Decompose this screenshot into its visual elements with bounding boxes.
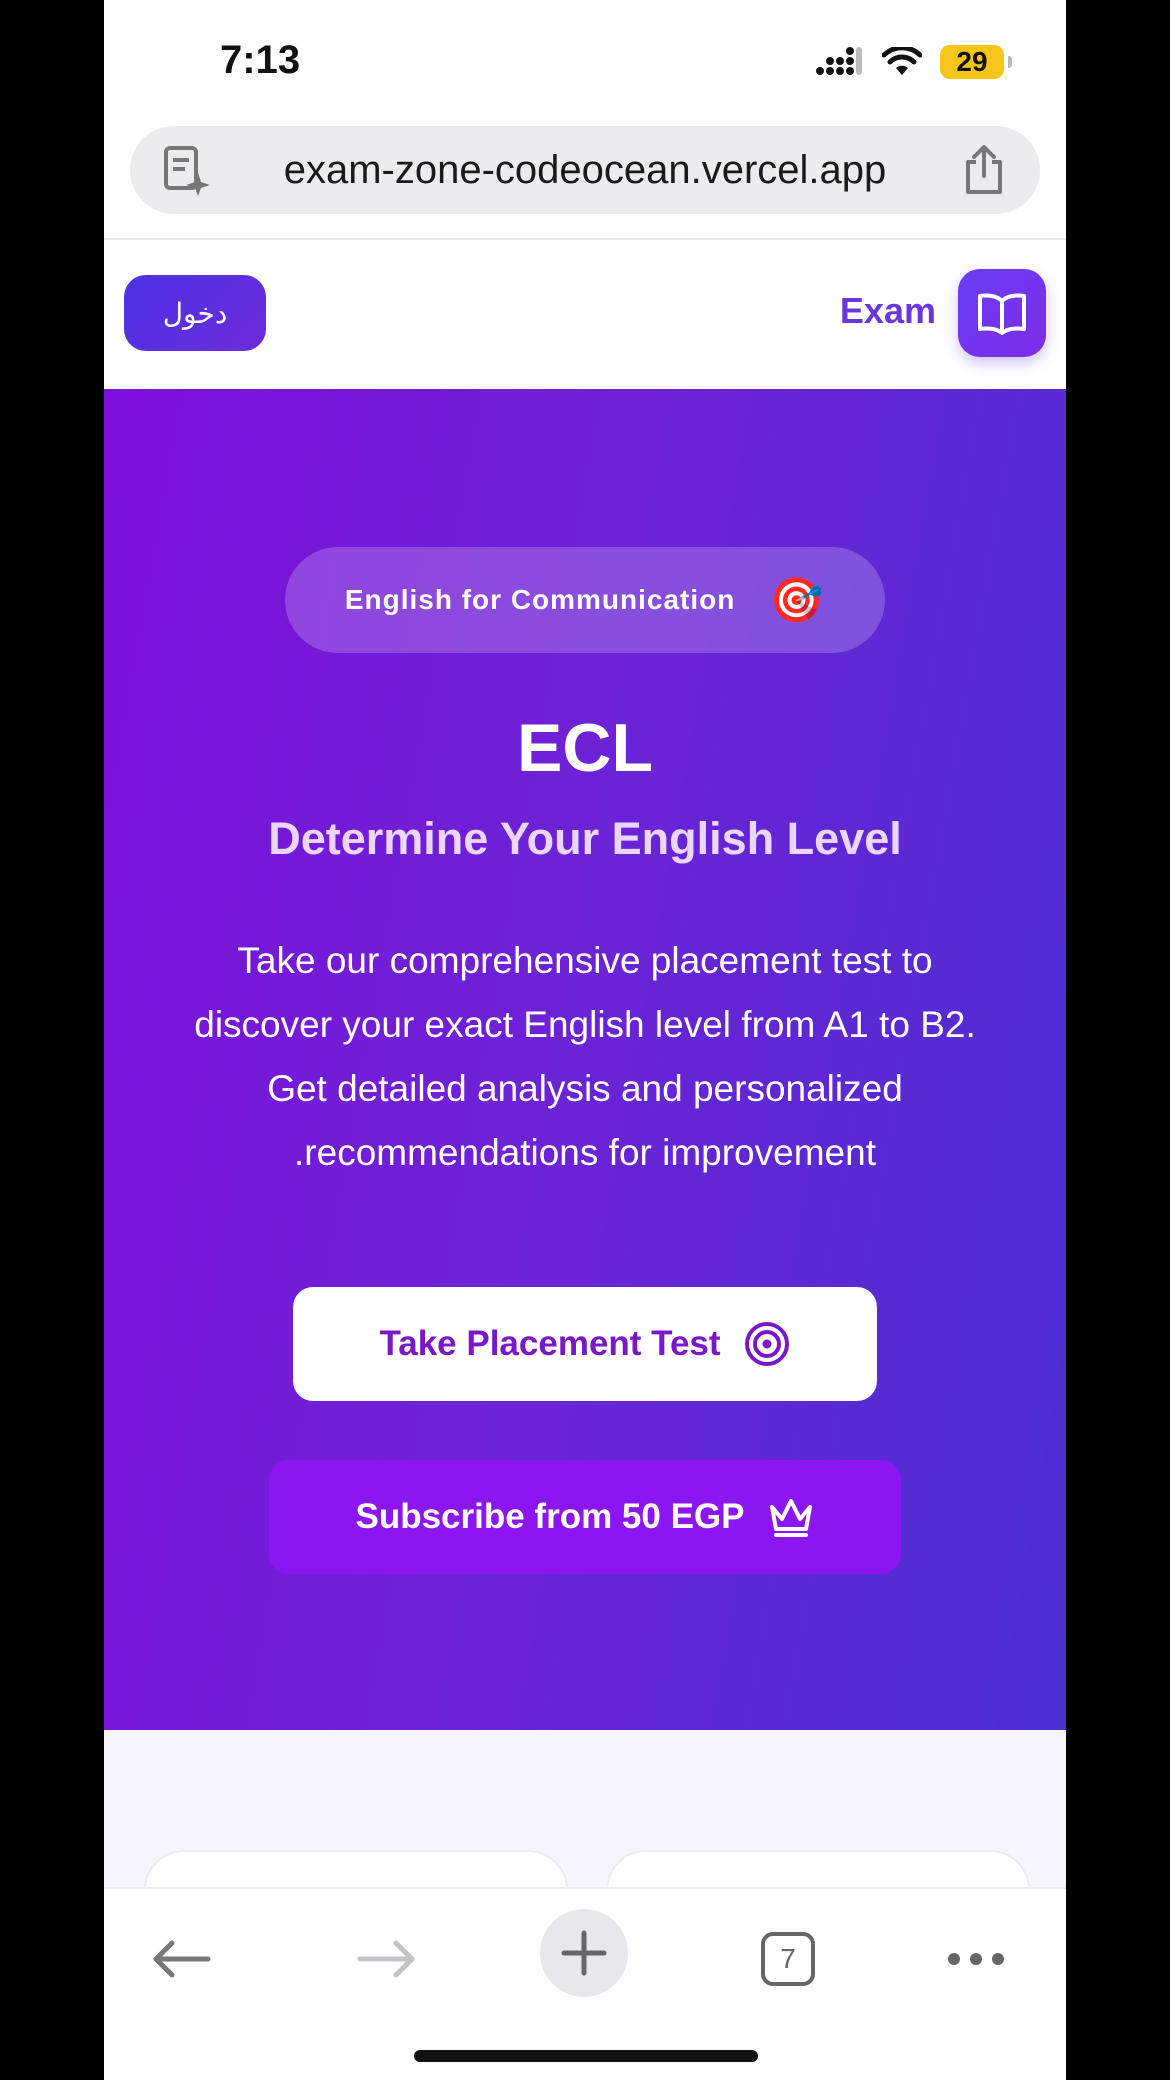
share-icon[interactable]	[960, 144, 1008, 196]
url-text[interactable]: exam-zone-codeocean.vercel.app	[130, 148, 1040, 193]
more-options-button[interactable]	[940, 1919, 1012, 1999]
browser-divider	[104, 238, 1066, 240]
home-indicator[interactable]	[414, 2050, 758, 2062]
tabs-button[interactable]: 7	[756, 1919, 820, 1999]
target-icon	[744, 1322, 789, 1366]
hero-description: Take our comprehensive placement test to…	[144, 929, 1026, 1185]
description-line: Take our comprehensive placement test to	[237, 940, 933, 981]
hero-subtitle: Determine Your English Level	[268, 813, 902, 864]
features-section	[104, 1730, 1066, 1934]
tab-count-icon: 7	[761, 1932, 815, 1986]
address-bar[interactable]: exam-zone-codeocean.vercel.app	[130, 126, 1040, 214]
phone-screen: 7:13 29 exam-zone-codeocean.vercel.app د…	[104, 0, 1066, 2080]
status-indicators: 29	[814, 42, 1012, 82]
arrow-left-icon	[153, 1940, 211, 1978]
hero-section: English for Communication 🎯 ECL Determin…	[104, 389, 1066, 1730]
take-placement-test-label: Take Placement Test	[379, 1324, 721, 1363]
tab-count: 7	[780, 1943, 796, 1974]
battery-level: 29	[956, 46, 988, 77]
plus-icon	[561, 1930, 607, 1976]
wifi-icon	[882, 47, 922, 75]
subscribe-label: Subscribe from 50 EGP	[355, 1497, 745, 1536]
description-line: .recommendations for improvement	[294, 1132, 876, 1173]
back-button[interactable]	[146, 1919, 218, 1999]
category-badge: English for Communication 🎯	[285, 547, 885, 653]
dart-target-icon: 🎯	[769, 576, 826, 625]
status-time: 7:13	[220, 38, 301, 82]
crown-icon	[769, 1499, 812, 1537]
category-badge-label: English for Communication	[344, 584, 736, 615]
battery-indicator: 29	[940, 45, 1012, 79]
brand-name[interactable]: Exam	[840, 290, 936, 332]
take-placement-test-button[interactable]: Take Placement Test	[293, 1287, 877, 1401]
forward-button[interactable]	[350, 1919, 422, 1999]
page-sparkle-icon[interactable]	[160, 144, 212, 196]
brand-logo[interactable]	[958, 269, 1046, 357]
login-button[interactable]: دخول	[124, 275, 266, 351]
open-book-icon	[978, 293, 1026, 335]
subscribe-button[interactable]: Subscribe from 50 EGP	[269, 1460, 901, 1574]
cellular-signal-icon	[816, 47, 862, 75]
browser-toolbar: 7	[104, 1887, 1066, 2080]
description-line: discover your exact English level from A…	[194, 1004, 976, 1045]
new-tab-button[interactable]	[540, 1909, 628, 1997]
hero-title: ECL	[517, 710, 653, 786]
arrow-right-icon	[357, 1940, 415, 1978]
description-line: Get detailed analysis and personalized	[267, 1068, 903, 1109]
more-dots-icon	[948, 1953, 1004, 1965]
